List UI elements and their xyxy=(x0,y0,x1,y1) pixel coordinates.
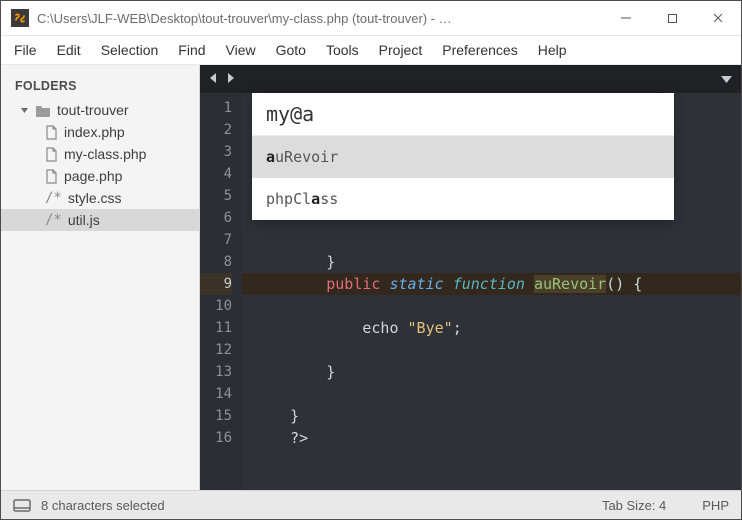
comment-star-icon: /* xyxy=(45,190,62,206)
tab-next-icon[interactable] xyxy=(225,72,236,87)
line-number: 8 xyxy=(200,251,232,273)
folder-icon xyxy=(35,104,51,117)
code-line: ?> xyxy=(242,427,741,449)
tree-file-page[interactable]: page.php xyxy=(1,165,199,187)
code-line: echo "Bye"; xyxy=(242,317,741,339)
tree-file-index[interactable]: index.php xyxy=(1,121,199,143)
code-line: } xyxy=(242,361,741,383)
tree-folder-root[interactable]: tout-trouver xyxy=(1,99,199,121)
tab-prev-icon[interactable] xyxy=(208,72,219,87)
goto-result[interactable]: auRevoir xyxy=(252,136,674,178)
line-number: 1 xyxy=(200,97,232,119)
chevron-down-icon xyxy=(19,106,29,115)
status-tabsize[interactable]: Tab Size: 4 xyxy=(602,498,666,513)
tree-file-util[interactable]: /* util.js xyxy=(1,209,199,231)
menu-help[interactable]: Help xyxy=(529,38,576,62)
statusbar: 8 characters selected Tab Size: 4 PHP xyxy=(1,490,741,519)
tree-file-label: my-class.php xyxy=(64,146,146,162)
app-window: C:\Users\JLF-WEB\Desktop\tout-trouver\my… xyxy=(0,0,742,520)
menu-selection[interactable]: Selection xyxy=(92,38,168,62)
editor-area: 1 2 3 4 5 6 7 8 9 10 11 12 13 14 15 16 xyxy=(200,65,741,490)
code-content[interactable]: } public static function auRevoir() { ec… xyxy=(242,93,741,490)
line-number: 6 xyxy=(200,207,232,229)
menubar: File Edit Selection Find View Goto Tools… xyxy=(1,36,741,65)
close-button[interactable] xyxy=(695,1,741,35)
line-number: 7 xyxy=(200,229,232,251)
panel-switcher-icon[interactable] xyxy=(13,499,31,512)
goto-popup: my@a auRevoir phpClass xyxy=(252,93,674,220)
tree-file-label: page.php xyxy=(64,168,122,184)
line-number: 13 xyxy=(200,361,232,383)
tree-file-style[interactable]: /* style.css xyxy=(1,187,199,209)
titlebar: C:\Users\JLF-WEB\Desktop\tout-trouver\my… xyxy=(1,1,741,36)
menu-project[interactable]: Project xyxy=(370,38,432,62)
line-number: 14 xyxy=(200,383,232,405)
code-line: public static function auRevoir() { xyxy=(242,273,741,295)
file-icon xyxy=(45,147,58,162)
body: FOLDERS tout-trouver index.php xyxy=(1,65,741,490)
maximize-button[interactable] xyxy=(649,1,695,35)
menu-edit[interactable]: Edit xyxy=(48,38,90,62)
tree-file-label: index.php xyxy=(64,124,125,140)
file-icon xyxy=(45,169,58,184)
tree-folder-label: tout-trouver xyxy=(57,102,129,118)
menu-file[interactable]: File xyxy=(5,38,46,62)
menu-preferences[interactable]: Preferences xyxy=(433,38,526,62)
line-gutter: 1 2 3 4 5 6 7 8 9 10 11 12 13 14 15 16 xyxy=(200,93,242,490)
tab-overflow-icon[interactable] xyxy=(720,72,733,87)
tree-file-myclass[interactable]: my-class.php xyxy=(1,143,199,165)
tree-file-label: util.js xyxy=(68,212,100,228)
status-syntax[interactable]: PHP xyxy=(702,498,729,513)
line-number: 11 xyxy=(200,317,232,339)
goto-result[interactable]: phpClass xyxy=(252,178,674,220)
menu-view[interactable]: View xyxy=(217,38,265,62)
line-number: 9 xyxy=(200,273,232,295)
window-title: C:\Users\JLF-WEB\Desktop\tout-trouver\my… xyxy=(37,11,457,26)
sidebar-header: FOLDERS xyxy=(1,65,199,99)
file-icon xyxy=(45,125,58,140)
line-number: 10 xyxy=(200,295,232,317)
folder-tree: tout-trouver index.php my-class.php xyxy=(1,99,199,231)
comment-star-icon: /* xyxy=(45,212,62,228)
code-editor[interactable]: 1 2 3 4 5 6 7 8 9 10 11 12 13 14 15 16 xyxy=(200,93,741,490)
line-number: 12 xyxy=(200,339,232,361)
menu-tools[interactable]: Tools xyxy=(317,38,368,62)
line-number: 15 xyxy=(200,405,232,427)
line-number: 16 xyxy=(200,427,232,449)
app-icon xyxy=(11,9,29,27)
status-selection: 8 characters selected xyxy=(41,498,165,513)
code-line: } xyxy=(242,405,741,427)
goto-input[interactable]: my@a xyxy=(252,93,674,136)
code-line: } xyxy=(242,251,741,273)
line-number: 4 xyxy=(200,163,232,185)
tree-file-label: style.css xyxy=(68,190,122,206)
line-number: 3 xyxy=(200,141,232,163)
menu-goto[interactable]: Goto xyxy=(267,38,315,62)
tab-strip xyxy=(200,65,741,93)
sidebar: FOLDERS tout-trouver index.php xyxy=(1,65,200,490)
line-number: 5 xyxy=(200,185,232,207)
menu-find[interactable]: Find xyxy=(169,38,214,62)
line-number: 2 xyxy=(200,119,232,141)
minimize-button[interactable] xyxy=(603,1,649,35)
